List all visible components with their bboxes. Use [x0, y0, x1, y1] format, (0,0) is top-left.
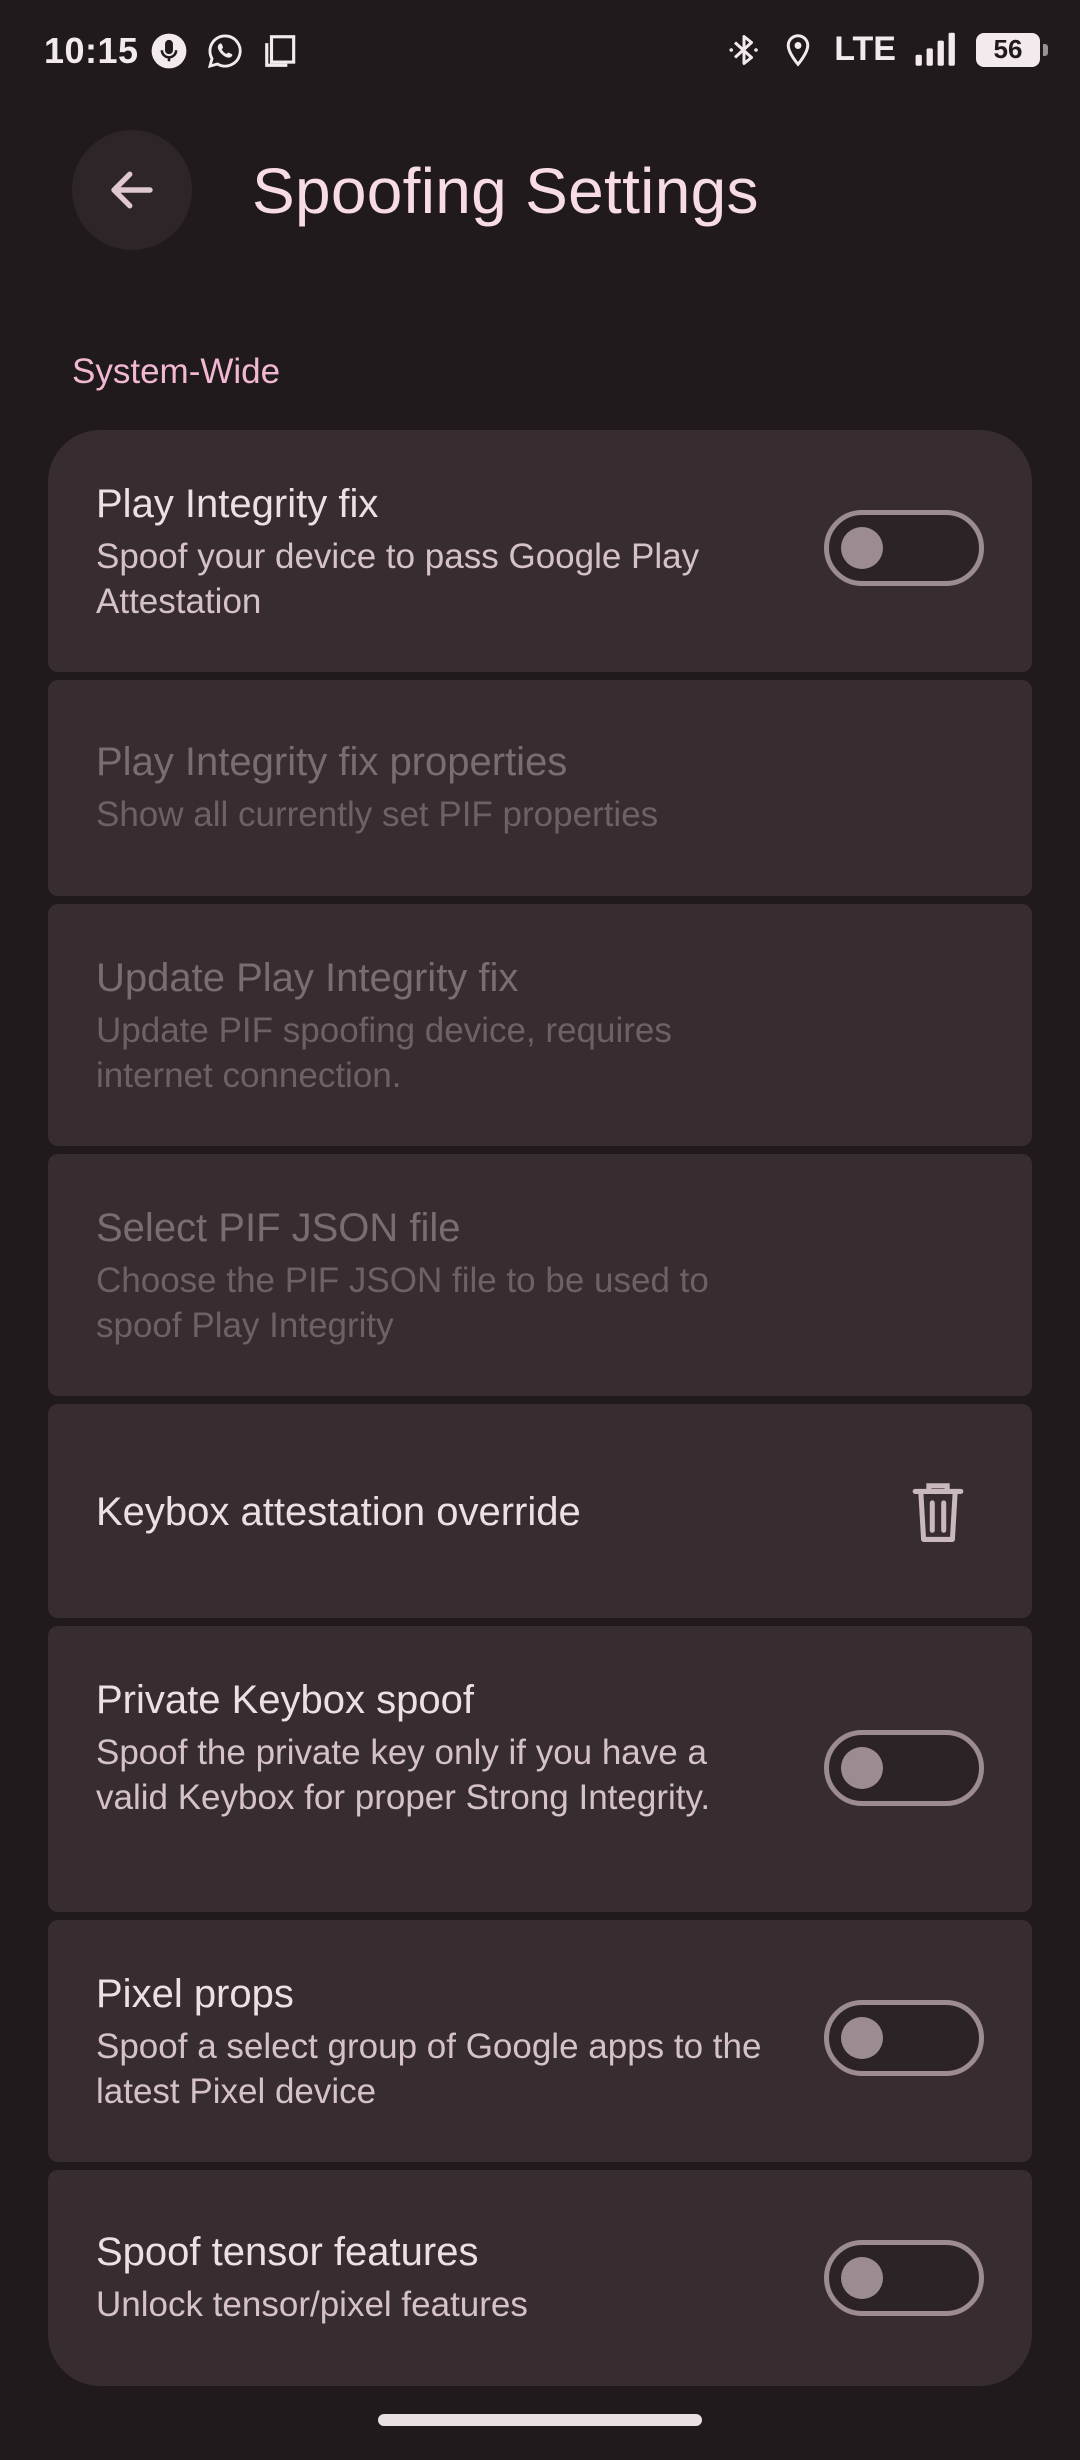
- home-indicator[interactable]: [378, 2414, 702, 2426]
- setting-title: Update Play Integrity fix: [96, 956, 519, 1000]
- setting-pif-properties: Play Integrity fix properties Show all c…: [48, 680, 1032, 896]
- private-keybox-toggle[interactable]: [824, 1730, 984, 1806]
- arrow-left-icon: [111, 171, 153, 209]
- tensor-features-toggle[interactable]: [824, 2240, 984, 2316]
- status-bar: 10:15 LTE 56: [0, 0, 1080, 110]
- mic-notification-icon: [151, 33, 187, 69]
- battery-level: 56: [993, 34, 1023, 64]
- location-icon: [787, 33, 810, 67]
- setting-pixel-props[interactable]: Pixel props Spoof a select group of Goog…: [48, 1920, 1032, 2162]
- bluetooth-icon: [729, 34, 759, 65]
- setting-title: Spoof tensor features: [96, 2230, 479, 2274]
- setting-select-pif-json: Select PIF JSON file Choose the PIF JSON…: [48, 1154, 1032, 1396]
- page-title: Spoofing Settings: [252, 155, 759, 227]
- setting-subtitle: Update PIF spoofing device, requires int…: [96, 1011, 672, 1095]
- setting-update-pif: Update Play Integrity fix Update PIF spo…: [48, 904, 1032, 1146]
- setting-subtitle: Choose the PIF JSON file to be used to s…: [96, 1261, 709, 1345]
- setting-subtitle: Spoof a select group of Google apps to t…: [96, 2027, 762, 2111]
- setting-title: Play Integrity fix: [96, 482, 379, 526]
- setting-title: Play Integrity fix properties: [96, 740, 568, 784]
- setting-subtitle: Unlock tensor/pixel features: [96, 2285, 528, 2324]
- setting-private-keybox-spoof[interactable]: Private Keybox spoof Spoof the private k…: [48, 1626, 1032, 1912]
- signal-icon: [915, 32, 955, 66]
- setting-subtitle: Show all currently set PIF properties: [96, 795, 659, 834]
- play-integrity-toggle[interactable]: [824, 510, 984, 586]
- setting-title: Select PIF JSON file: [96, 1206, 461, 1250]
- pixel-props-toggle[interactable]: [824, 2000, 984, 2076]
- section-header: System-Wide: [72, 352, 281, 391]
- setting-keybox-override[interactable]: Keybox attestation override: [48, 1404, 1032, 1618]
- setting-spoof-tensor-features[interactable]: Spoof tensor features Unlock tensor/pixe…: [48, 2170, 1032, 2386]
- setting-title: Pixel props: [96, 1972, 294, 2016]
- screenshot-icon: [265, 35, 296, 67]
- back-button[interactable]: [72, 130, 192, 250]
- app-bar: Spoofing Settings: [0, 120, 1080, 260]
- network-type: LTE: [834, 30, 896, 68]
- toggle-knob: [841, 1747, 883, 1789]
- notification-icons: [150, 32, 300, 70]
- system-status-icons: LTE 56: [726, 30, 1048, 69]
- setting-subtitle: Spoof the private key only if you have a…: [96, 1733, 711, 1817]
- setting-play-integrity-fix[interactable]: Play Integrity fix Spoof your device to …: [48, 430, 1032, 672]
- toggle-knob: [841, 2017, 883, 2059]
- toggle-knob: [841, 2257, 883, 2299]
- whatsapp-icon: [207, 34, 242, 69]
- battery-icon: 56: [976, 32, 1048, 67]
- toggle-knob: [841, 527, 883, 569]
- setting-title: Private Keybox spoof: [96, 1678, 474, 1722]
- status-time: 10:15: [44, 30, 139, 71]
- setting-subtitle: Spoof your device to pass Google Play At…: [96, 537, 700, 621]
- setting-title: Keybox attestation override: [96, 1490, 581, 1534]
- trash-icon[interactable]: [910, 1480, 966, 1544]
